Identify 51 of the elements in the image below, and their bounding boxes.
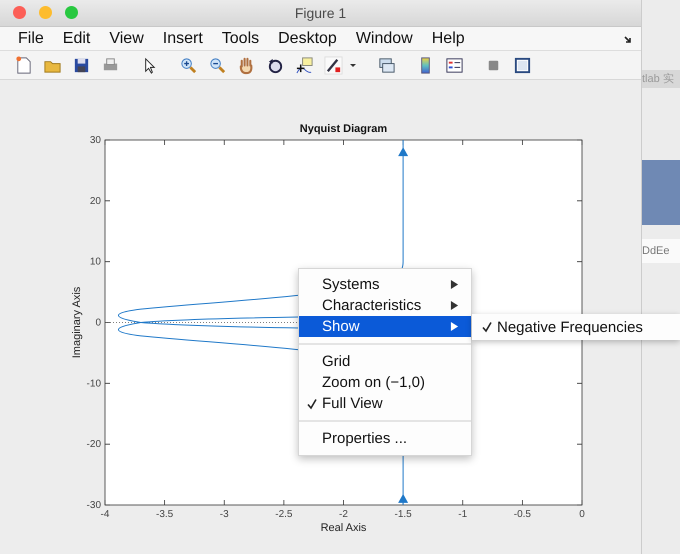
- menu-item[interactable]: Edit: [52, 30, 100, 48]
- menu-item[interactable]: View: [99, 30, 153, 48]
- context-menu-item[interactable]: Properties ...: [299, 428, 471, 449]
- tick-label: -1: [458, 509, 468, 520]
- chart-title: Nyquist Diagram: [300, 123, 388, 135]
- tick-label: 30: [90, 135, 101, 146]
- tick-label: -2.5: [275, 509, 292, 520]
- menu-item[interactable]: Help: [422, 30, 474, 48]
- tick-label: -2: [339, 509, 348, 520]
- submenu-item[interactable]: Negative Frequencies: [472, 316, 680, 338]
- direction-arrow-icon: [398, 494, 408, 503]
- context-menu-item[interactable]: Grid: [299, 351, 471, 372]
- zoom-in-icon[interactable]: [179, 56, 198, 75]
- tick-label: -4: [100, 509, 110, 520]
- tick-label: -1.5: [394, 509, 412, 520]
- background-text: DdEe: [642, 239, 680, 263]
- window-title: Figure 1: [294, 4, 346, 21]
- show-tools-icon[interactable]: [513, 56, 532, 75]
- tick-label: 20: [90, 196, 101, 207]
- data-cursor-icon[interactable]: [295, 56, 314, 75]
- caret-icon[interactable]: [349, 61, 357, 70]
- context-menu-item[interactable]: Show: [299, 316, 471, 337]
- tick-label: -20: [86, 439, 101, 450]
- brush-icon[interactable]: [324, 56, 343, 75]
- tick-label: -30: [86, 500, 101, 511]
- new-file-icon[interactable]: [14, 56, 33, 75]
- tick-label: -3: [220, 509, 229, 520]
- context-menu-item[interactable]: Systems: [299, 274, 471, 295]
- tick-label: -0.5: [514, 509, 531, 520]
- legend-icon[interactable]: [445, 56, 464, 75]
- tick-label: -3.5: [156, 509, 174, 520]
- x-axis-label: Real Axis: [320, 522, 366, 534]
- context-menu-item[interactable]: Characteristics: [299, 295, 471, 316]
- context-menu-item[interactable]: Zoom on (−1,0): [299, 372, 471, 393]
- menu-item[interactable]: Tools: [212, 30, 268, 48]
- menu-item[interactable]: Window: [346, 30, 422, 48]
- linked-plot-icon[interactable]: [377, 56, 396, 75]
- direction-arrow-icon: [398, 147, 408, 156]
- tick-label: 10: [90, 256, 101, 268]
- tick-label: -10: [86, 378, 101, 390]
- context-menu-item[interactable]: Full View: [299, 393, 471, 414]
- y-axis-label: Imaginary Axis: [71, 286, 83, 358]
- tick-label: 0: [579, 509, 585, 520]
- window-band: [642, 160, 680, 225]
- background-text: tlab 实: [642, 70, 680, 88]
- tick-label: 0: [95, 318, 101, 328]
- menu-item[interactable]: File: [8, 30, 53, 48]
- zoom-out-icon[interactable]: [208, 56, 227, 75]
- menu-item[interactable]: Desktop: [268, 30, 346, 48]
- dock-icon[interactable]: [623, 34, 633, 45]
- menu-item[interactable]: Insert: [152, 30, 212, 48]
